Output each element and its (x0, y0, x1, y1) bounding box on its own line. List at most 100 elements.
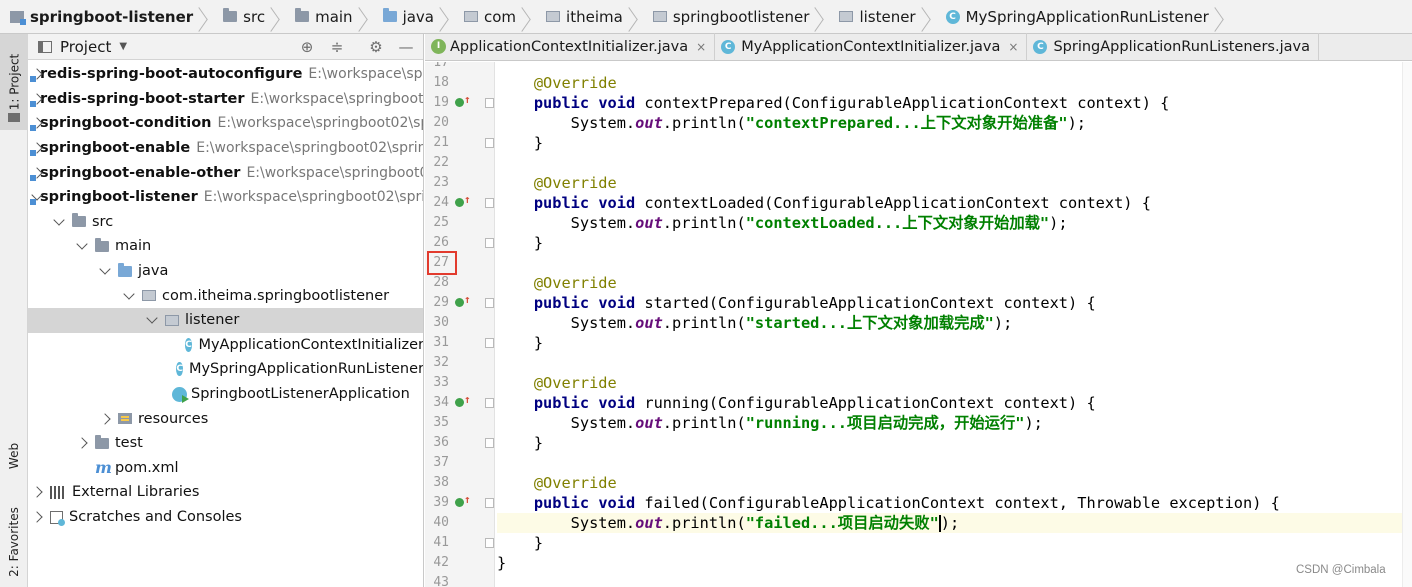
code-line[interactable]: @Override (497, 273, 1412, 293)
tree-item-package[interactable]: com.itheima.springbootlistener (28, 283, 423, 308)
code-line[interactable]: System.out.println("started...上下文对象加载完成"… (497, 313, 1412, 333)
code-line[interactable]: public void failed(ConfigurableApplicati… (497, 493, 1412, 513)
tree-item-file[interactable]: m pom.xml (28, 456, 423, 481)
chevron-down-icon[interactable] (98, 263, 114, 279)
package-icon (652, 11, 667, 22)
breadcrumb-item-src[interactable]: src (223, 0, 295, 33)
code-line[interactable]: @Override (497, 473, 1412, 493)
breadcrumb-item-java[interactable]: java (382, 0, 464, 33)
tree-item-module[interactable]: springboot-enable-other E:\workspace\spri… (28, 160, 423, 185)
breadcrumb-item-listener[interactable]: listener (839, 0, 945, 33)
breadcrumb-item-class[interactable]: C MySpringApplicationRunListener (945, 0, 1239, 33)
fold-marker-icon[interactable] (485, 398, 494, 408)
tree-item-folder[interactable]: test (28, 431, 423, 456)
code-line[interactable] (497, 253, 1412, 273)
chevron-right-icon[interactable] (30, 484, 46, 500)
override-method-icon[interactable]: ↑ (455, 93, 471, 113)
source-folder-icon (382, 8, 397, 22)
code-line[interactable]: public void started(ConfigurableApplicat… (497, 293, 1412, 313)
crosshair-icon[interactable]: ⊕ (298, 38, 316, 56)
tab-application-context-initializer[interactable]: I ApplicationContextInitializer.java × (425, 33, 716, 60)
breadcrumb-item-itheima[interactable]: itheima (546, 0, 653, 33)
fold-marker-icon[interactable] (485, 438, 494, 448)
tree-item-module[interactable]: springboot-enable E:\workspace\springboot… (28, 136, 423, 161)
close-icon[interactable]: × (1008, 40, 1018, 54)
tree-item-class[interactable]: SpringbootListenerApplication (28, 382, 423, 407)
code-line[interactable] (497, 453, 1412, 473)
code-line[interactable]: } (497, 233, 1412, 253)
code-line[interactable]: public void contextLoaded(ConfigurableAp… (497, 193, 1412, 213)
line-number: 26 (433, 235, 449, 250)
close-icon[interactable]: × (696, 40, 706, 54)
tree-item-module[interactable]: redis-spring-boot-autoconfigure E:\worksp… (28, 62, 423, 87)
code-line[interactable] (497, 573, 1412, 587)
code-editor[interactable]: 17 18 19 ↑ 20 21 22 23 24 ↑ 25 26 27 28 29 ↑ 30 31 32 33 34 ↑… (425, 62, 1412, 587)
gear-icon[interactable]: ⚙ (367, 38, 385, 56)
breadcrumb-item-springbootlistener[interactable]: springbootlistener (652, 0, 840, 33)
override-method-icon[interactable]: ↑ (455, 493, 471, 513)
minimize-icon[interactable]: — (397, 38, 415, 56)
code-line[interactable] (497, 353, 1412, 373)
fold-marker-icon[interactable] (485, 538, 494, 548)
tree-item-package[interactable]: listener (28, 308, 423, 333)
tree-item-folder[interactable]: java (28, 259, 423, 284)
tree-item-folder[interactable]: src (28, 210, 423, 235)
code-line[interactable]: @Override (497, 173, 1412, 193)
project-tool-tab[interactable]: 1: Project (0, 34, 28, 130)
line-number: 42 (433, 555, 449, 570)
code-line[interactable]: } (497, 533, 1412, 553)
chevron-down-icon[interactable] (122, 288, 138, 304)
favorites-tool-tab[interactable]: 2: Favorites (0, 496, 28, 587)
override-method-icon[interactable]: ↑ (455, 193, 471, 213)
chevron-down-icon[interactable] (75, 238, 91, 254)
code-line[interactable]: } (497, 433, 1412, 453)
runnable-class-icon (172, 386, 189, 403)
tab-my-application-context-initializer[interactable]: C MyApplicationContextInitializer.java × (715, 33, 1028, 60)
fold-marker-icon[interactable] (485, 198, 494, 208)
chevron-right-icon[interactable] (98, 411, 114, 427)
override-method-icon[interactable]: ↑ (455, 293, 471, 313)
fold-marker-icon[interactable] (485, 238, 494, 248)
breadcrumb-item-module[interactable]: springboot-listener (10, 0, 223, 33)
code-line[interactable] (497, 62, 1412, 73)
code-line[interactable]: } (497, 133, 1412, 153)
code-line[interactable]: System.out.println("contextPrepared...上下… (497, 113, 1412, 133)
chevron-down-icon[interactable]: ▼ (119, 41, 127, 52)
tree-item-libraries[interactable]: External Libraries (28, 480, 423, 505)
fold-marker-icon[interactable] (485, 338, 494, 348)
code-line[interactable]: System.out.println("running...项目启动完成，开始运… (497, 413, 1412, 433)
code-line[interactable]: @Override (497, 373, 1412, 393)
fold-marker-icon[interactable] (485, 498, 494, 508)
web-tool-tab[interactable]: Web (0, 426, 28, 486)
code-line[interactable]: } (497, 553, 1412, 573)
chevron-down-icon[interactable] (52, 214, 68, 230)
tree-item-module[interactable]: springboot-listener E:\workspace\springbo… (28, 185, 423, 210)
tree-item-folder[interactable]: resources (28, 406, 423, 431)
fold-marker-icon[interactable] (485, 138, 494, 148)
breadcrumb-item-com[interactable]: com (464, 0, 546, 33)
project-view-selector[interactable]: Project (60, 38, 111, 56)
code-line[interactable] (497, 153, 1412, 173)
breadcrumb-item-main[interactable]: main (295, 0, 382, 33)
code-line[interactable]: @Override (497, 73, 1412, 93)
code-line[interactable]: System.out.println("failed...项目启动失败"); (497, 513, 1412, 533)
code-line[interactable]: System.out.println("contextLoaded...上下文对… (497, 213, 1412, 233)
line-number: 32 (433, 355, 449, 370)
code-line[interactable]: } (497, 333, 1412, 353)
tree-item-class[interactable]: C MySpringApplicationRunListener (28, 357, 423, 382)
chevron-right-icon[interactable] (75, 435, 91, 451)
tree-item-scratches[interactable]: Scratches and Consoles (28, 505, 423, 530)
chevron-right-icon[interactable] (30, 509, 46, 525)
fold-marker-icon[interactable] (485, 98, 494, 108)
code-line[interactable]: public void running(ConfigurableApplicat… (497, 393, 1412, 413)
tab-spring-application-run-listeners[interactable]: C SpringApplicationRunListeners.java (1027, 33, 1319, 60)
tree-item-class[interactable]: C MyApplicationContextInitializer (28, 333, 423, 358)
collapse-all-icon[interactable]: ≑ (328, 38, 346, 56)
code-line[interactable]: public void contextPrepared(Configurable… (497, 93, 1412, 113)
tree-item-module[interactable]: redis-spring-boot-starter E:\workspace\sp… (28, 87, 423, 112)
override-method-icon[interactable]: ↑ (455, 393, 471, 413)
tree-item-module[interactable]: springboot-condition E:\workspace\springb… (28, 111, 423, 136)
tree-item-folder[interactable]: main (28, 234, 423, 259)
fold-marker-icon[interactable] (485, 298, 494, 308)
chevron-down-icon[interactable] (145, 312, 161, 328)
